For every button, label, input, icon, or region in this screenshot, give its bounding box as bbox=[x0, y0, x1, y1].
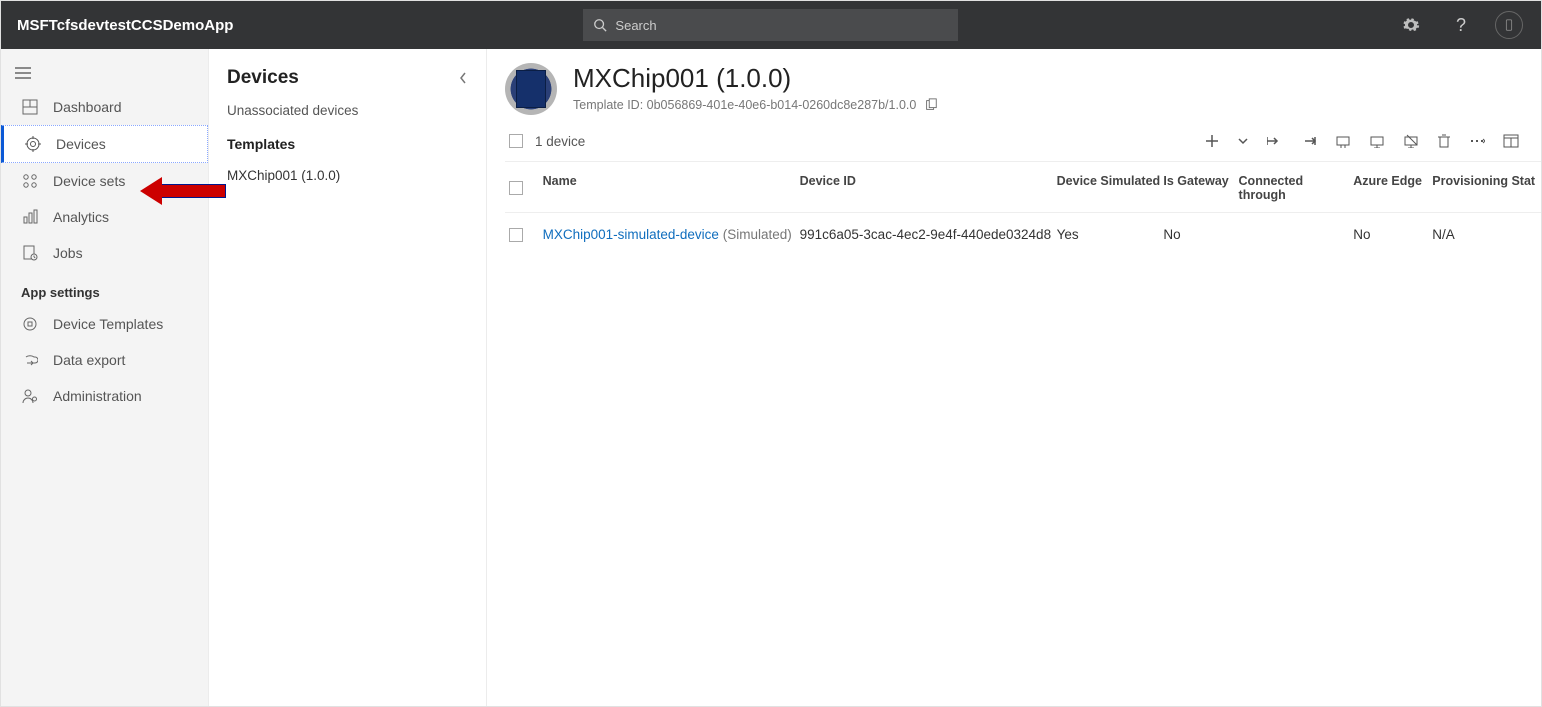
nav-data-export[interactable]: Data export bbox=[1, 342, 208, 378]
device-header: MXChip001 (1.0.0) Template ID: 0b056869-… bbox=[505, 63, 1541, 125]
nav-label: Data export bbox=[53, 352, 125, 368]
device-name-link[interactable]: MXChip001-simulated-device bbox=[543, 227, 719, 242]
approve-icon[interactable] bbox=[1333, 132, 1353, 150]
devices-icon bbox=[24, 136, 42, 152]
analytics-icon bbox=[21, 209, 39, 225]
help-icon[interactable]: ? bbox=[1445, 9, 1477, 41]
row-checkbox[interactable] bbox=[509, 228, 523, 242]
unblock-icon[interactable] bbox=[1401, 132, 1421, 150]
grid-toolbar bbox=[1203, 131, 1541, 151]
nav-administration[interactable]: Administration bbox=[1, 378, 208, 414]
count-bar: 1 device bbox=[505, 125, 1541, 162]
main-content: MXChip001 (1.0.0) Template ID: 0b056869-… bbox=[487, 49, 1541, 706]
search-icon bbox=[593, 18, 607, 32]
admin-icon bbox=[21, 388, 39, 404]
device-title: MXChip001 (1.0.0) bbox=[573, 63, 938, 94]
columns-icon[interactable] bbox=[1501, 132, 1521, 150]
simulated-tag: (Simulated) bbox=[723, 227, 792, 242]
cell-connected bbox=[1239, 227, 1354, 242]
nav-label: Dashboard bbox=[53, 99, 122, 115]
account-icon[interactable] bbox=[1495, 11, 1523, 39]
select-all-checkbox[interactable] bbox=[509, 134, 523, 148]
secondary-panel: Devices Unassociated devices Templates M… bbox=[209, 49, 487, 706]
cell-provisioning: N/A bbox=[1432, 227, 1541, 242]
sec-panel-title: Devices bbox=[227, 67, 299, 89]
cell-edge: No bbox=[1353, 227, 1432, 242]
copy-icon[interactable] bbox=[924, 98, 938, 112]
search-placeholder: Search bbox=[615, 18, 656, 33]
nav-dashboard[interactable]: Dashboard bbox=[1, 89, 208, 125]
col-connected[interactable]: Connected through bbox=[1239, 174, 1354, 202]
nav-label: Devices bbox=[56, 136, 106, 152]
nav-label: Device Templates bbox=[53, 316, 163, 332]
nav-devices[interactable]: Devices bbox=[1, 125, 208, 163]
callout-arrow bbox=[140, 179, 230, 205]
col-provisioning[interactable]: Provisioning Stat bbox=[1432, 174, 1541, 202]
col-simulated[interactable]: Device Simulated bbox=[1057, 174, 1164, 202]
cell-gateway: No bbox=[1163, 227, 1238, 242]
device-count: 1 device bbox=[535, 134, 585, 149]
app-title: MSFTcfsdevtestCCSDemoApp bbox=[17, 17, 233, 34]
chevron-down-icon[interactable] bbox=[1235, 133, 1251, 149]
nav-label: Administration bbox=[53, 388, 142, 404]
more-icon[interactable] bbox=[1467, 132, 1487, 150]
template-id-text: Template ID: 0b056869-401e-40e6-b014-026… bbox=[573, 98, 916, 112]
col-name[interactable]: Name bbox=[543, 174, 800, 202]
device-sets-icon bbox=[21, 173, 39, 189]
export-icon bbox=[21, 352, 39, 368]
template-item-mxchip[interactable]: MXChip001 (1.0.0) bbox=[227, 158, 468, 193]
col-gateway[interactable]: Is Gateway bbox=[1163, 174, 1238, 202]
search-input[interactable]: Search bbox=[583, 9, 958, 41]
nav-jobs[interactable]: Jobs bbox=[1, 235, 208, 271]
col-device-id[interactable]: Device ID bbox=[800, 174, 1057, 202]
nav-label: Analytics bbox=[53, 209, 109, 225]
grid-header: Name Device ID Device Simulated Is Gatew… bbox=[505, 162, 1541, 213]
block-icon[interactable] bbox=[1367, 132, 1387, 150]
collapse-panel-icon[interactable] bbox=[458, 71, 468, 85]
nav-device-templates[interactable]: Device Templates bbox=[1, 306, 208, 342]
search-wrap: Search bbox=[583, 9, 958, 41]
nav-label: Device sets bbox=[53, 173, 125, 189]
left-nav: Dashboard Devices Device sets Analytics bbox=[1, 49, 209, 706]
topbar: MSFTcfsdevtestCCSDemoApp Search ? bbox=[1, 1, 1541, 49]
dashboard-icon bbox=[21, 99, 39, 115]
top-actions: ? bbox=[1395, 9, 1531, 41]
table-row[interactable]: MXChip001-simulated-device (Simulated) 9… bbox=[505, 213, 1541, 252]
add-icon[interactable] bbox=[1203, 132, 1221, 150]
settings-icon[interactable] bbox=[1395, 9, 1427, 41]
header-checkbox[interactable] bbox=[509, 181, 523, 195]
unassociated-devices-link[interactable]: Unassociated devices bbox=[227, 89, 468, 126]
jobs-icon bbox=[21, 245, 39, 261]
export-icon[interactable] bbox=[1299, 132, 1319, 150]
nav-label: Jobs bbox=[53, 245, 83, 261]
hamburger-icon[interactable] bbox=[1, 57, 208, 89]
cell-simulated: Yes bbox=[1057, 227, 1164, 242]
delete-icon[interactable] bbox=[1435, 131, 1453, 151]
import-icon[interactable] bbox=[1265, 132, 1285, 150]
nav-section-app-settings: App settings bbox=[1, 271, 208, 306]
device-avatar bbox=[505, 63, 557, 115]
cell-device-id: 991c6a05-3cac-4ec2-9e4f-440ede0324d8 bbox=[800, 227, 1057, 242]
templates-icon bbox=[21, 316, 39, 332]
col-edge[interactable]: Azure Edge bbox=[1353, 174, 1432, 202]
templates-header: Templates bbox=[227, 126, 468, 158]
